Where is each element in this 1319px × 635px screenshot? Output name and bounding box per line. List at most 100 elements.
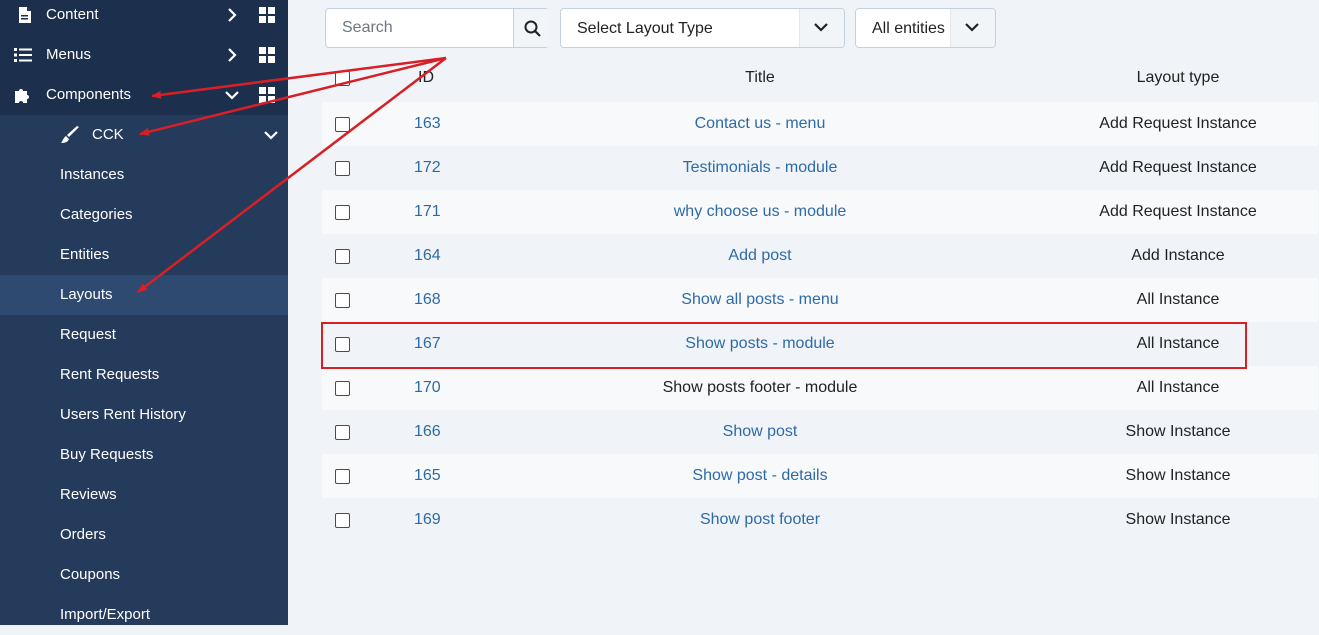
- row-id: 168: [414, 291, 441, 308]
- layout-type-select-value: Select Layout Type: [577, 20, 713, 37]
- row-id: 170: [414, 379, 441, 396]
- sidebar-item-rent-requests[interactable]: Rent Requests: [0, 355, 288, 395]
- sidebar-item-label: CCK: [92, 126, 124, 143]
- search-input[interactable]: [326, 9, 512, 47]
- sidebar-item-label: Components: [46, 86, 132, 103]
- sidebar-item-categories[interactable]: Categories: [0, 195, 288, 235]
- column-header-title[interactable]: Title: [610, 69, 910, 87]
- brush-icon: [61, 126, 79, 143]
- sidebar-item-cck[interactable]: CCK: [0, 115, 288, 155]
- row-id: 166: [414, 423, 441, 440]
- row-title-link[interactable]: Contact us - menu: [610, 115, 910, 133]
- row-checkbox[interactable]: [335, 205, 350, 220]
- table-row: 170 Show posts footer - module All Insta…: [322, 366, 1318, 410]
- row-checkbox[interactable]: [335, 117, 350, 132]
- chevron-right-icon[interactable]: [224, 47, 240, 63]
- row-title-link[interactable]: Show posts - module: [610, 335, 910, 353]
- sidebar-item-users-rent-history[interactable]: Users Rent History: [0, 395, 288, 435]
- chevron-down-icon: [965, 23, 979, 32]
- row-checkbox[interactable]: [335, 293, 350, 308]
- row-checkbox[interactable]: [335, 337, 350, 352]
- row-layout-type: All Instance: [1136, 379, 1220, 396]
- row-layout-type: All Instance: [1136, 335, 1220, 352]
- sidebar: Content Menus Components CCK Instances C…: [0, 0, 288, 625]
- chevron-down-icon: [814, 23, 828, 32]
- sidebar-item-content[interactable]: Content: [0, 0, 288, 35]
- dashboard-grid-icon[interactable]: [259, 87, 275, 103]
- layout-type-select[interactable]: Select Layout Type: [560, 8, 845, 48]
- row-layout-type: Show Instance: [1125, 423, 1231, 440]
- dashboard-grid-icon[interactable]: [259, 7, 275, 23]
- sidebar-item-label: Import/Export: [60, 606, 151, 623]
- row-layout-type: Add Request Instance: [1099, 203, 1257, 220]
- dashboard-grid-icon[interactable]: [259, 47, 275, 63]
- sidebar-item-buy-requests[interactable]: Buy Requests: [0, 435, 288, 475]
- row-title-link[interactable]: Testimonials - module: [610, 159, 910, 177]
- entities-select-toggle[interactable]: [950, 9, 995, 47]
- row-layout-type: All Instance: [1136, 291, 1220, 308]
- puzzle-icon: [15, 89, 29, 103]
- sidebar-item-label: Buy Requests: [60, 446, 154, 463]
- row-title-link[interactable]: Show post - details: [610, 467, 910, 485]
- chevron-down-icon[interactable]: [263, 127, 279, 143]
- row-layout-type: Add Request Instance: [1099, 159, 1257, 176]
- row-checkbox[interactable]: [335, 469, 350, 484]
- search-icon: [524, 20, 541, 37]
- sidebar-item-orders[interactable]: Orders: [0, 515, 288, 555]
- row-title-link[interactable]: Show post: [610, 423, 910, 441]
- row-title-link[interactable]: why choose us - module: [610, 203, 910, 221]
- row-title-link[interactable]: Add post: [610, 247, 910, 265]
- row-title-link[interactable]: Show all posts - menu: [610, 291, 910, 309]
- column-header-id[interactable]: ID: [418, 69, 434, 87]
- sidebar-item-label: Reviews: [60, 486, 117, 503]
- row-id: 164: [414, 247, 441, 264]
- sidebar-item-entities[interactable]: Entities: [0, 235, 288, 275]
- row-checkbox[interactable]: [335, 425, 350, 440]
- sidebar-item-components[interactable]: Components: [0, 75, 288, 115]
- entities-select-value: All entities: [872, 20, 945, 37]
- row-checkbox[interactable]: [335, 381, 350, 396]
- sidebar-item-label: Users Rent History: [60, 406, 186, 423]
- table-row: 163 Contact us - menu Add Request Instan…: [322, 102, 1318, 146]
- row-checkbox[interactable]: [335, 513, 350, 528]
- sidebar-item-label: Menus: [46, 46, 92, 63]
- sidebar-item-label: Layouts: [60, 286, 113, 303]
- row-checkbox[interactable]: [335, 249, 350, 264]
- row-id: 167: [414, 335, 441, 352]
- sidebar-item-label: Categories: [60, 206, 133, 223]
- row-id: 163: [414, 115, 441, 132]
- row-layout-type: Add Request Instance: [1099, 115, 1257, 132]
- table-row: 166 Show post Show Instance: [322, 410, 1318, 454]
- row-title-link[interactable]: Show post footer: [610, 511, 910, 529]
- sidebar-item-reviews[interactable]: Reviews: [0, 475, 288, 515]
- table-row: 167 Show posts - module All Instance: [322, 322, 1318, 366]
- chevron-down-icon[interactable]: [224, 87, 240, 103]
- row-layout-type: Show Instance: [1125, 467, 1231, 484]
- sidebar-item-label: Request: [60, 326, 116, 343]
- sidebar-item-layouts[interactable]: Layouts: [0, 275, 288, 315]
- sidebar-item-coupons[interactable]: Coupons: [0, 555, 288, 595]
- sidebar-item-request[interactable]: Request: [0, 315, 288, 355]
- sidebar-item-label: Instances: [60, 166, 125, 183]
- table-row: 172 Testimonials - module Add Request In…: [322, 146, 1318, 190]
- sidebar-item-label: Rent Requests: [60, 366, 160, 383]
- chevron-right-icon[interactable]: [224, 7, 240, 23]
- sidebar-item-import-export[interactable]: Import/Export: [0, 595, 288, 635]
- entities-select[interactable]: All entities: [855, 8, 996, 48]
- table-row: 164 Add post Add Instance: [322, 234, 1318, 278]
- sidebar-item-menus[interactable]: Menus: [0, 35, 288, 75]
- row-checkbox[interactable]: [335, 161, 350, 176]
- search-box: [325, 8, 550, 48]
- list-icon: [14, 48, 32, 62]
- sidebar-item-label: Orders: [60, 526, 106, 543]
- layout-type-select-toggle[interactable]: [799, 9, 844, 47]
- row-layout-type: Show Instance: [1125, 511, 1231, 528]
- sidebar-item-instances[interactable]: Instances: [0, 155, 288, 195]
- search-button[interactable]: [513, 9, 550, 47]
- table-row: 171 why choose us - module Add Request I…: [322, 190, 1318, 234]
- table-row: 168 Show all posts - menu All Instance: [322, 278, 1318, 322]
- column-header-layout-type[interactable]: Layout type: [1028, 69, 1319, 87]
- row-title-link[interactable]: Show posts footer - module: [610, 379, 910, 397]
- row-id: 165: [414, 467, 441, 484]
- select-all-checkbox[interactable]: [335, 71, 350, 86]
